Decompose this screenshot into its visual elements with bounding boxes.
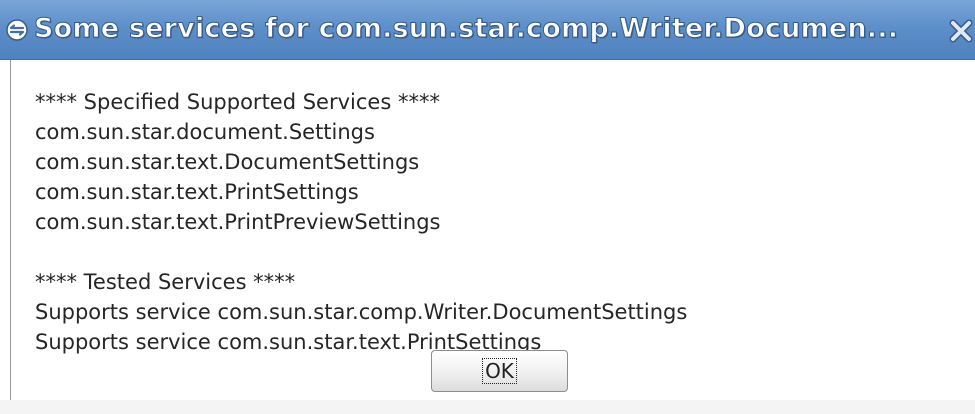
message-line: Supports service com.sun.star.comp.Write… xyxy=(35,300,688,324)
ok-button[interactable]: OK xyxy=(431,350,568,392)
message-dialog: Some services for com.sun.star.comp.Writ… xyxy=(0,0,975,414)
message-line: com.sun.star.text.PrintPreviewSettings xyxy=(35,210,441,234)
window-title: Some services for com.sun.star.comp.Writ… xyxy=(33,13,899,45)
message-line: com.sun.star.text.DocumentSettings xyxy=(35,150,420,174)
close-icon[interactable] xyxy=(948,18,975,45)
message-line: **** Tested Services **** xyxy=(35,270,296,294)
message-line: Supports service com.sun.star.text.Print… xyxy=(35,330,542,354)
message-line: com.sun.star.text.PrintSettings xyxy=(35,180,359,204)
message-line: com.sun.star.document.Settings xyxy=(35,120,375,144)
message-line: **** Specified Supported Services **** xyxy=(35,90,440,114)
app-menu-icon[interactable] xyxy=(6,19,28,41)
dialog-body: **** Specified Supported Services **** c… xyxy=(10,60,975,400)
message-list: **** Specified Supported Services **** c… xyxy=(35,87,687,357)
message-line xyxy=(35,237,687,267)
window-bottom-edge xyxy=(0,400,975,414)
title-bar[interactable]: Some services for com.sun.star.comp.Writ… xyxy=(0,0,975,60)
ok-button-label: OK xyxy=(482,358,517,384)
